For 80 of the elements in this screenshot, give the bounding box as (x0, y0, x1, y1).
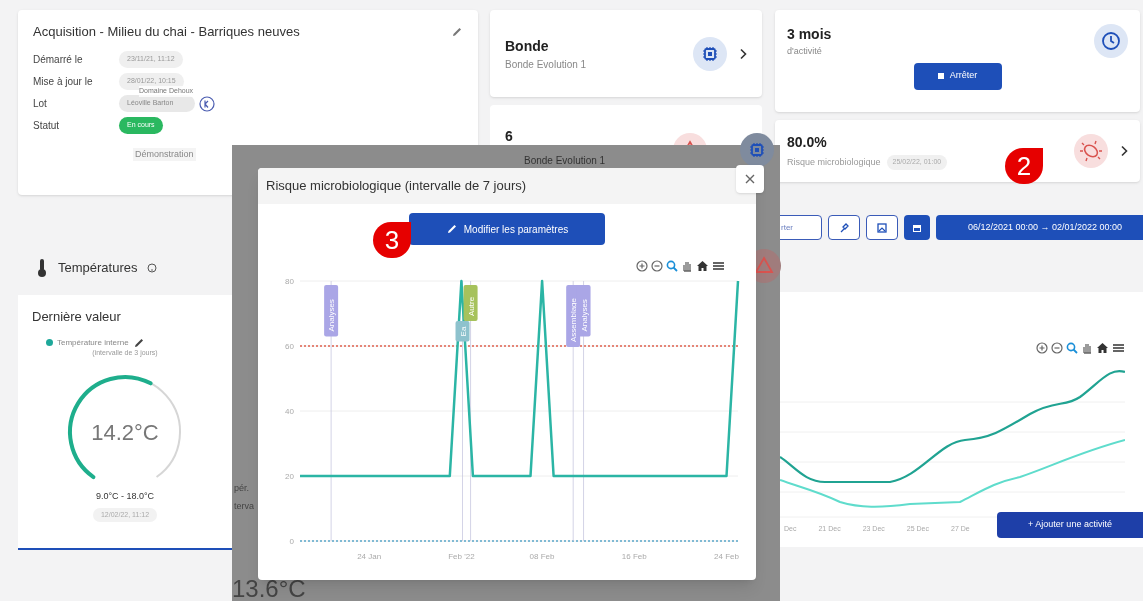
image-icon (877, 222, 887, 233)
axis-label: 08 Feb (529, 552, 555, 561)
event-tag: Analyses (324, 285, 339, 337)
gauge-value: 13.6°C (232, 577, 306, 601)
range-label: 9.0°C - 18.0°C (95, 490, 155, 503)
clock-icon (1094, 24, 1128, 58)
stop-icon (937, 73, 944, 79)
axis-label: 40 (285, 407, 294, 416)
axis-label: 24 Jan (357, 552, 382, 561)
annotation: Ea (458, 326, 468, 337)
duration-label: d'activité (787, 45, 823, 58)
chevron-right-icon[interactable] (739, 47, 747, 60)
export-button[interactable]: rter (778, 215, 822, 240)
annotation: Analyses (579, 299, 589, 332)
event-tag: Ea (455, 321, 470, 342)
zoom-in-icon[interactable] (1036, 342, 1048, 354)
chevron-right-icon[interactable] (1120, 145, 1128, 157)
pin-icon (839, 222, 849, 233)
device-card[interactable]: Bonde Bonde Evolution 1 (490, 10, 762, 97)
thermometer-icon (36, 258, 48, 278)
section-title: Températures (58, 259, 138, 278)
tool-button[interactable] (828, 215, 860, 240)
device-card[interactable]: 6 (490, 105, 762, 145)
edit-settings-button[interactable]: Modifier les paramètres (409, 213, 605, 245)
duration-value: 3 mois (787, 25, 832, 44)
axis-label: 0 (289, 537, 294, 546)
chart-label: pér. (234, 482, 249, 495)
axis-label: 60 (285, 342, 294, 351)
axis-label: Feb '22 (448, 552, 475, 561)
calendar-icon (912, 222, 922, 233)
axis-label: 16 Feb (621, 552, 647, 561)
card-title: 6 (505, 129, 513, 145)
help-icon (147, 263, 158, 273)
home-icon[interactable] (696, 260, 709, 272)
close-icon (745, 174, 755, 184)
field-label: Lot (33, 97, 48, 111)
callout-marker: 2 (1005, 148, 1043, 184)
card-subtitle: Bonde Evolution 1 (524, 154, 606, 168)
tool-button[interactable] (866, 215, 898, 240)
axis-label: 80 (285, 277, 294, 286)
axis-label: 24 Feb (714, 552, 739, 561)
card-subtitle: Bonde Evolution 1 (505, 57, 587, 72)
pencil-icon (445, 223, 458, 235)
chip-icon (740, 133, 774, 167)
annotation: Autre (466, 296, 476, 316)
risk-value: 80.0% (787, 133, 828, 153)
field-label: Statut (33, 119, 61, 133)
chart-label: terva (234, 500, 254, 513)
zoom-out-icon[interactable] (1051, 342, 1063, 354)
card-title: Dernière valeur (32, 308, 121, 326)
annotation: Assemblage (569, 297, 579, 342)
annotation: Analyses (327, 299, 337, 332)
date-range-button[interactable]: 06/12/2021 00:00 → 02/01/2022 00:00 (936, 215, 1143, 240)
card-title: Acquisition - Milieu du chai - Barriques neuves (33, 23, 300, 41)
chip-icon (693, 36, 727, 71)
legend-dot-icon (46, 339, 53, 346)
event-tag: Autre (463, 285, 478, 321)
search-icon[interactable] (666, 260, 678, 272)
field-label: Démarré le (33, 53, 84, 67)
search-icon[interactable] (1066, 342, 1078, 354)
tag-label: Démonstration (133, 147, 196, 161)
zoom-in-icon[interactable] (636, 260, 648, 272)
pencil-icon (451, 25, 463, 38)
gauge-value: 14.2°C (91, 418, 159, 447)
card-title: Bonde (505, 36, 550, 56)
pencil-icon (132, 336, 145, 349)
field-label: Mise à jour le (33, 75, 94, 89)
home-icon[interactable] (1096, 342, 1109, 354)
close-button[interactable] (736, 165, 764, 193)
menu-icon[interactable] (1112, 342, 1125, 354)
axis-label: 20 (285, 472, 294, 481)
zoom-out-icon[interactable] (651, 260, 663, 272)
menu-icon[interactable] (712, 260, 725, 272)
stop-button[interactable]: Arrêter (913, 62, 1002, 90)
sensor-label: Température interne (57, 336, 129, 349)
calendar-button[interactable] (904, 215, 930, 240)
risk-label: Risque microbiologique (787, 155, 881, 169)
add-activity-button[interactable]: + Ajouter une activité (997, 512, 1143, 538)
dialog-title: Risque microbiologique (intervalle de 7 jours) (266, 177, 527, 196)
link-icon[interactable] (199, 95, 216, 112)
